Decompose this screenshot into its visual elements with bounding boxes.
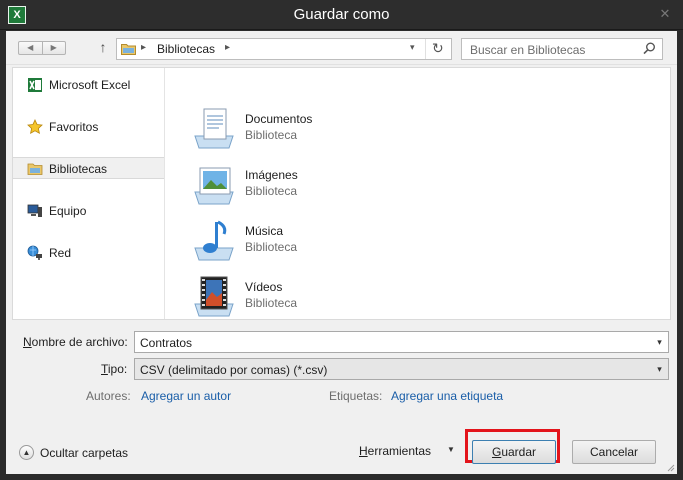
title-bar[interactable]: X Guardar como ✕: [0, 0, 683, 30]
filename-field[interactable]: Contratos ▾: [134, 331, 669, 353]
save-access-key: G: [491, 445, 502, 459]
library-type: Biblioteca: [245, 128, 298, 142]
filename-dropdown-icon[interactable]: ▾: [651, 332, 668, 352]
add-tag-link[interactable]: Agregar una etiqueta: [391, 389, 503, 403]
network-icon: [27, 245, 42, 260]
type-access-key: T: [101, 362, 108, 376]
file-type-dropdown-icon[interactable]: ▾: [651, 359, 668, 379]
type-label: Tipo:: [101, 362, 127, 376]
excel-icon: [28, 78, 42, 92]
filename-label-text: ombre de archivo:: [31, 335, 128, 349]
libraries-folder-icon: [27, 163, 43, 175]
library-name: Vídeos: [245, 280, 283, 294]
save-button[interactable]: Guardar: [472, 440, 556, 464]
library-item-imagenes[interactable]: Imágenes Biblioteca: [191, 162, 391, 210]
sidebar-item-equipo[interactable]: Equipo: [13, 200, 164, 222]
filename-label: Nombre de archivo:: [23, 335, 128, 349]
sidebar-item-red[interactable]: Red: [13, 242, 164, 264]
save-form: Nombre de archivo: Contratos ▾ Tipo: CSV…: [6, 321, 677, 474]
chevron-up-icon: ▲: [19, 445, 34, 460]
library-name: Documentos: [245, 112, 313, 126]
cancel-button[interactable]: Cancelar: [572, 440, 656, 464]
sidebar-item-favoritos[interactable]: Favoritos: [13, 116, 164, 138]
type-label-text: ipo:: [107, 362, 128, 376]
tools-label: Herramientas: [359, 444, 431, 458]
search-box[interactable]: Buscar en Bibliotecas: [461, 38, 663, 60]
dropdown-arrow-icon: ▼: [447, 445, 455, 454]
authors-label: Autores:: [86, 389, 131, 403]
tags-label: Etiquetas:: [329, 389, 383, 403]
breadcrumb-bibliotecas[interactable]: Bibliotecas: [157, 42, 215, 56]
tools-label-text: erramientas: [367, 444, 432, 458]
file-type-select[interactable]: CSV (delimitado por comas) (*.csv) ▾: [134, 358, 669, 380]
star-icon: [27, 119, 43, 134]
add-author-link[interactable]: Agregar un autor: [141, 389, 231, 403]
search-input[interactable]: Buscar en Bibliotecas: [470, 43, 585, 57]
sidebar-item-label: Equipo: [49, 204, 87, 218]
dialog-body: ◀ ▶ ↑ ▸ Bibliotecas ▸ ▾ ↻ Buscar en Bibl…: [6, 31, 677, 474]
library-type: Biblioteca: [245, 296, 298, 310]
file-browser-pane: Microsoft Excel Favoritos Bibliotecas Eq…: [12, 67, 671, 320]
library-type: Biblioteca: [245, 240, 298, 254]
sidebar-item-label: Bibliotecas: [49, 162, 108, 176]
navigation-pane: Microsoft Excel Favoritos Bibliotecas Eq…: [13, 68, 165, 319]
file-type-value[interactable]: CSV (delimitado por comas) (*.csv): [140, 363, 327, 377]
back-forward-buttons: ◀ ▶: [18, 41, 66, 55]
back-button[interactable]: ◀: [19, 42, 42, 54]
documents-library-icon: [194, 108, 234, 149]
save-label: uardar: [501, 445, 537, 459]
close-icon[interactable]: ✕: [657, 6, 673, 22]
computer-icon: [27, 204, 42, 217]
sidebar-item-label: Favoritos: [49, 120, 99, 134]
search-icon[interactable]: [643, 42, 656, 55]
dialog-title: Guardar como: [293, 6, 390, 23]
address-history-dropdown[interactable]: ▾: [410, 42, 415, 53]
library-name: Imágenes: [245, 168, 298, 182]
tools-access-key: H: [359, 444, 368, 458]
resize-grip-icon[interactable]: [665, 462, 675, 472]
breadcrumb-separator-icon[interactable]: ▸: [225, 42, 230, 53]
library-item-documentos[interactable]: Documentos Biblioteca: [191, 106, 391, 154]
refresh-icon[interactable]: ↻: [432, 40, 444, 57]
filename-input[interactable]: Contratos: [140, 336, 192, 350]
up-folder-button[interactable]: ↑: [96, 39, 110, 55]
sidebar-item-label: Microsoft Excel: [49, 78, 131, 92]
sidebar-item-bibliotecas[interactable]: Bibliotecas: [13, 157, 164, 179]
address-bar[interactable]: ▸ Bibliotecas ▸ ▾ ↻: [116, 38, 452, 60]
library-type: Biblioteca: [245, 184, 298, 198]
forward-button[interactable]: ▶: [41, 42, 66, 54]
library-item-musica[interactable]: Música Biblioteca: [191, 218, 391, 266]
library-name: Música: [245, 224, 284, 238]
filename-access-key: N: [23, 335, 32, 349]
library-item-videos[interactable]: Vídeos Biblioteca: [191, 274, 391, 322]
sidebar-item-microsoft-excel[interactable]: Microsoft Excel: [13, 74, 164, 96]
libraries-folder-icon: [121, 44, 136, 55]
sidebar-item-label: Red: [49, 246, 72, 260]
navigation-bar: ◀ ▶ ↑ ▸ Bibliotecas ▸ ▾ ↻ Buscar en Bibl…: [6, 31, 677, 65]
address-divider: [425, 39, 426, 59]
music-library-icon: [194, 220, 234, 261]
hide-folders-label: Ocultar carpetas: [40, 446, 129, 460]
breadcrumb-separator-icon[interactable]: ▸: [141, 42, 146, 53]
save-as-dialog: X Guardar como ✕ ◀ ▶ ↑ ▸ Bibliotecas ▸ ▾…: [0, 0, 683, 480]
pictures-library-icon: [194, 167, 234, 205]
videos-library-icon: [194, 276, 234, 317]
